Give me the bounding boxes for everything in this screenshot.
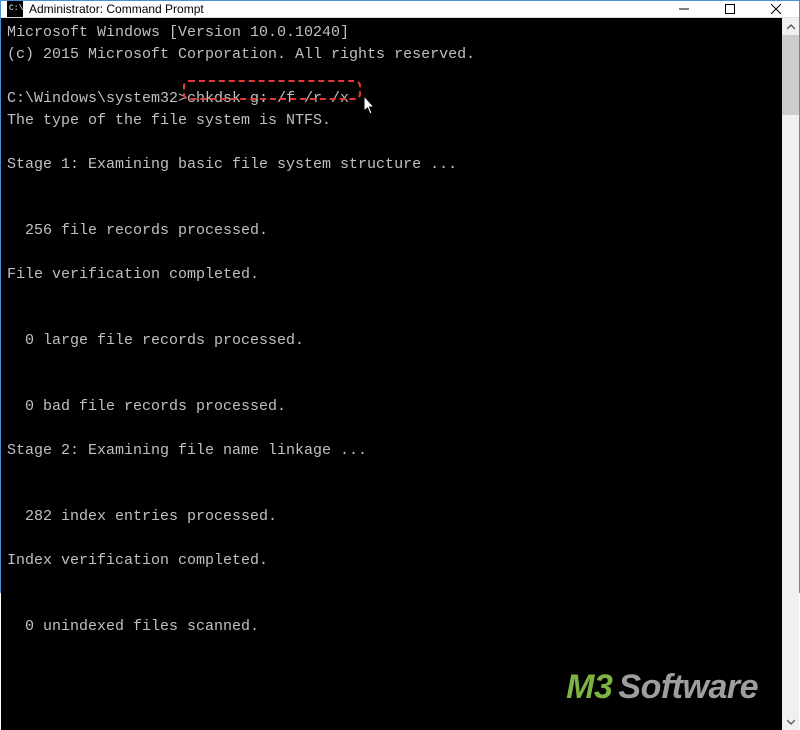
line-stage1: Stage 1: Examining basic file system str… bbox=[7, 156, 457, 173]
window-controls bbox=[661, 1, 799, 17]
window-title: Administrator: Command Prompt bbox=[29, 2, 661, 16]
titlebar[interactable]: C:\ Administrator: Command Prompt bbox=[1, 1, 799, 18]
line-records: 0 bad file records processed. bbox=[7, 398, 286, 415]
line-records: 0 large file records processed. bbox=[7, 332, 304, 349]
scroll-down-button[interactable] bbox=[782, 713, 799, 730]
minimize-button[interactable] bbox=[661, 1, 707, 17]
command-prompt-window: C:\ Administrator: Command Prompt Micros… bbox=[0, 0, 800, 593]
cursor-icon bbox=[363, 96, 377, 116]
maximize-button[interactable] bbox=[707, 1, 753, 17]
line-stage2: Stage 2: Examining file name linkage ... bbox=[7, 442, 367, 459]
close-button[interactable] bbox=[753, 1, 799, 17]
scroll-up-button[interactable] bbox=[782, 18, 799, 35]
scroll-thumb[interactable] bbox=[782, 35, 799, 115]
terminal-area: Microsoft Windows [Version 10.0.10240] (… bbox=[1, 18, 799, 730]
terminal-output[interactable]: Microsoft Windows [Version 10.0.10240] (… bbox=[1, 18, 782, 730]
close-icon bbox=[771, 4, 781, 14]
line-verif: Index verification completed. bbox=[7, 552, 268, 569]
line-fstype: The type of the file system is NTFS. bbox=[7, 112, 331, 129]
cmd-icon: C:\ bbox=[7, 1, 23, 17]
line-version: Microsoft Windows [Version 10.0.10240] bbox=[7, 24, 349, 41]
chevron-up-icon bbox=[787, 23, 795, 31]
watermark: M3Software bbox=[495, 654, 758, 720]
vertical-scrollbar[interactable] bbox=[782, 18, 799, 730]
command-text: chkdsk g: /f /r /x bbox=[187, 90, 349, 107]
prompt-prefix: C:\Windows\system32> bbox=[7, 90, 187, 107]
line-copyright: (c) 2015 Microsoft Corporation. All righ… bbox=[7, 46, 475, 63]
line-records: 0 unindexed files scanned. bbox=[7, 618, 259, 635]
minimize-icon bbox=[679, 4, 689, 14]
watermark-3: 3 bbox=[594, 668, 612, 706]
watermark-software: Software bbox=[618, 668, 758, 706]
line-records: 256 file records processed. bbox=[7, 222, 268, 239]
maximize-icon bbox=[725, 4, 735, 14]
watermark-m: M bbox=[566, 668, 594, 706]
chevron-down-icon bbox=[787, 718, 795, 726]
line-verif: File verification completed. bbox=[7, 266, 259, 283]
line-records: 282 index entries processed. bbox=[7, 508, 277, 525]
